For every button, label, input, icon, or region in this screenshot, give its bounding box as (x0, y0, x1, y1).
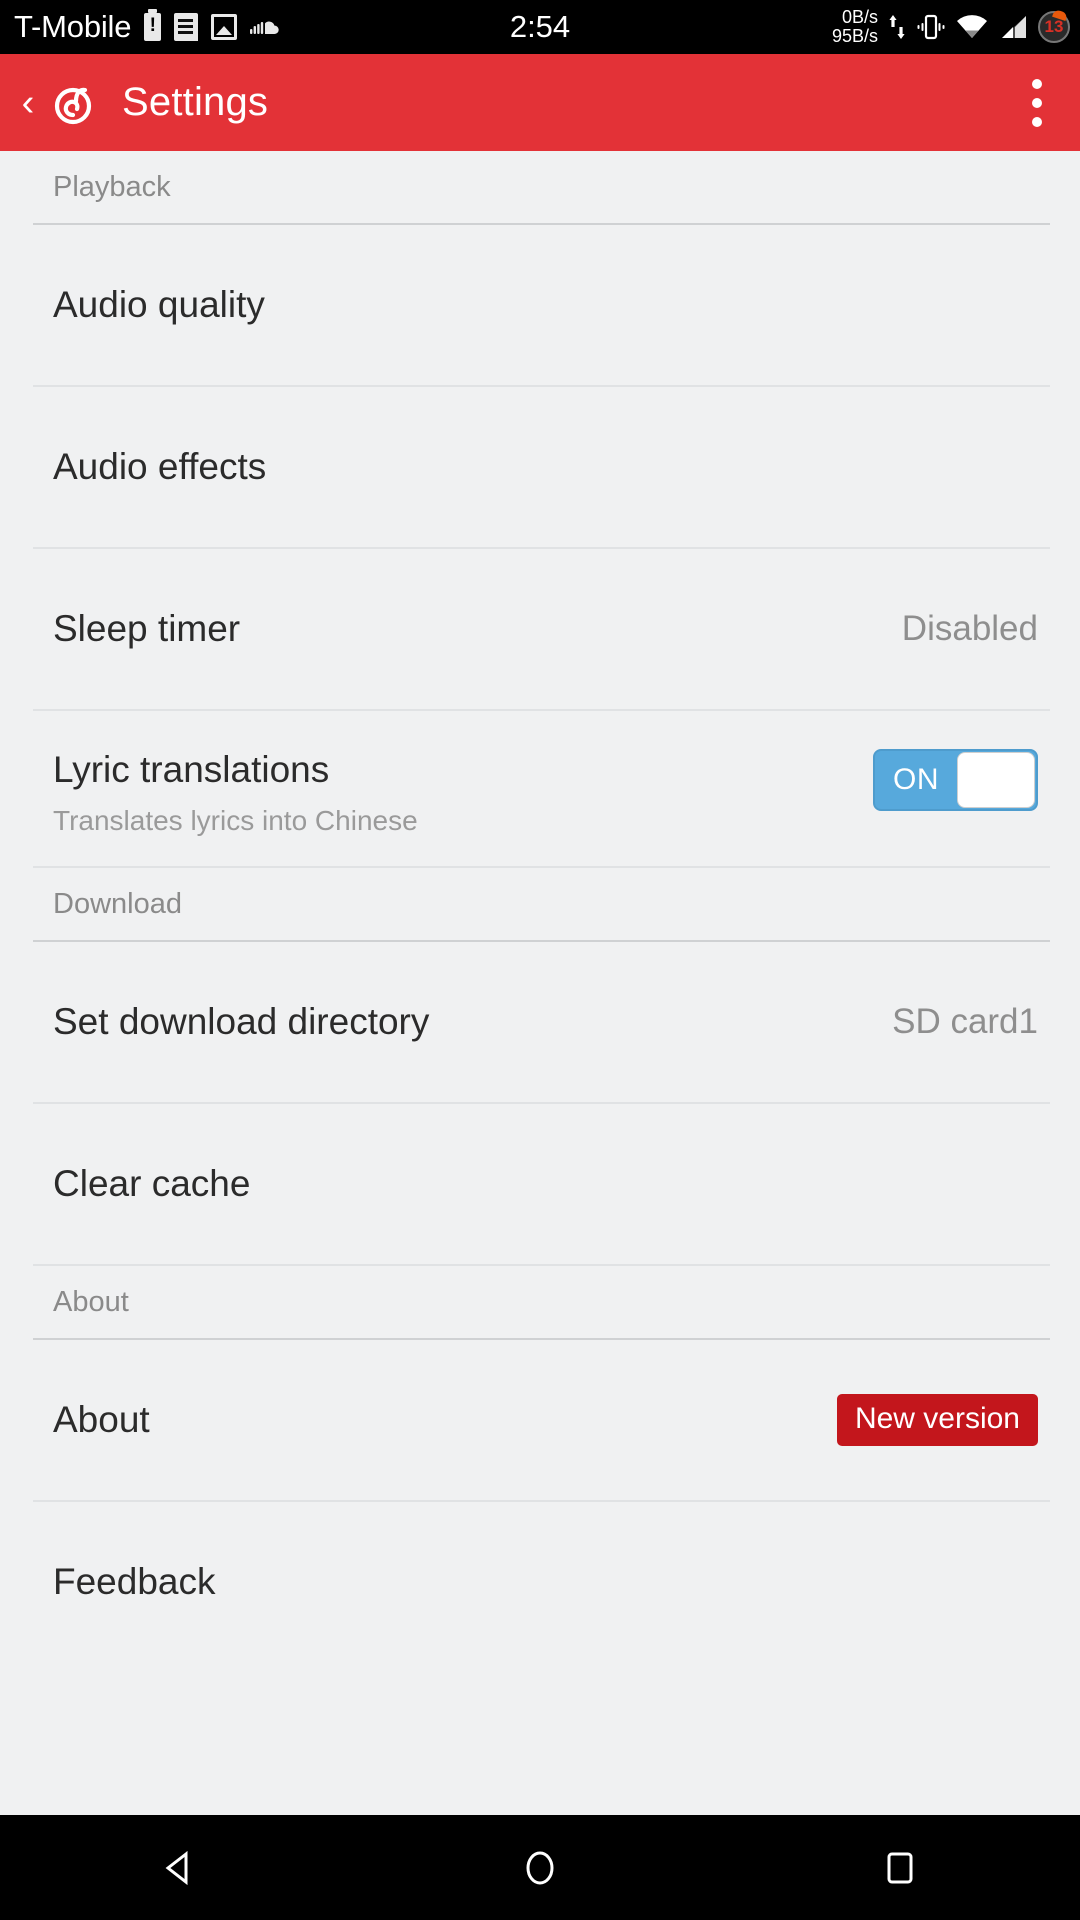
network-upload-speed: 0B/s (841, 7, 878, 27)
settings-row-audio-quality[interactable]: Audio quality (0, 225, 1080, 385)
row-title: Lyric translations (53, 749, 330, 790)
row-subtitle: Translates lyrics into Chinese (53, 805, 418, 836)
battery-circle-icon: 13 (1038, 11, 1070, 43)
status-bar: T-Mobile 2:54 0B/s 95B/s (0, 0, 1080, 54)
data-transfer-icon (888, 12, 906, 42)
settings-row-feedback[interactable]: Feedback (0, 1502, 1080, 1662)
phone-screen: T-Mobile 2:54 0B/s 95B/s (0, 0, 1080, 1920)
cellular-signal-icon (998, 14, 1028, 40)
overflow-dot (1032, 97, 1042, 108)
row-title: Sleep timer (53, 608, 241, 649)
toggle-thumb (957, 752, 1035, 808)
lyric-translations-toggle[interactable]: ON (873, 749, 1038, 811)
settings-row-sleep-timer[interactable]: Sleep timer Disabled (0, 549, 1080, 709)
row-texts: About (53, 1399, 837, 1441)
row-texts: Set download directory (53, 1001, 892, 1043)
row-texts: Clear cache (53, 1163, 1038, 1205)
toggle-state-label: ON (893, 763, 939, 796)
settings-row-audio-effects[interactable]: Audio effects (0, 387, 1080, 547)
row-title: Audio effects (53, 446, 267, 487)
wifi-icon (956, 15, 988, 39)
section-header-playback: Playback (53, 170, 171, 203)
row-title: Set download directory (53, 1001, 430, 1042)
row-title: About (53, 1399, 150, 1440)
row-value: SD card1 (892, 1002, 1038, 1041)
app-bar: ‹ Settings (0, 54, 1080, 151)
row-title: Clear cache (53, 1163, 251, 1204)
network-speed: 0B/s 95B/s (832, 8, 878, 46)
nav-back-button[interactable] (120, 1815, 240, 1920)
overflow-dot (1032, 78, 1042, 89)
settings-row-set-download-directory[interactable]: Set download directory SD card1 (0, 942, 1080, 1102)
settings-row-about[interactable]: About New version (0, 1340, 1080, 1500)
row-title: Audio quality (53, 284, 265, 325)
vibrate-icon (916, 13, 946, 41)
section-header-about: About (53, 1285, 129, 1318)
recents-square-icon (887, 1852, 913, 1883)
section-header-download: Download (53, 887, 182, 920)
row-texts: Lyric translations Translates lyrics int… (53, 749, 873, 837)
new-version-badge[interactable]: New version (836, 1394, 1038, 1446)
settings-row-lyric-translations[interactable]: Lyric translations Translates lyrics int… (0, 711, 1080, 866)
row-title: Feedback (53, 1561, 216, 1602)
netease-cloud-music-logo-icon (50, 79, 98, 127)
row-texts: Sleep timer (53, 608, 902, 650)
settings-row-clear-cache[interactable]: Clear cache (0, 1104, 1080, 1264)
status-bar-right: 0B/s 95B/s 13 (832, 8, 1070, 46)
page-title: Settings (122, 80, 269, 124)
back-button[interactable]: ‹ (8, 73, 48, 133)
row-texts: Audio quality (53, 284, 1038, 326)
network-download-speed: 95B/s (831, 26, 878, 46)
overflow-menu-icon[interactable] (1032, 78, 1042, 127)
row-value: Disabled (901, 609, 1038, 648)
home-circle-icon (526, 1851, 554, 1884)
row-texts: Audio effects (53, 446, 1038, 488)
back-triangle-icon (165, 1850, 188, 1885)
overflow-dot (1032, 116, 1042, 127)
nav-home-button[interactable] (480, 1815, 600, 1920)
settings-list[interactable]: Playback Audio quality Audio effects Sle… (0, 151, 1080, 1815)
nav-recents-button[interactable] (840, 1815, 960, 1920)
system-navigation-bar (0, 1815, 1080, 1920)
row-texts: Feedback (53, 1561, 1038, 1603)
